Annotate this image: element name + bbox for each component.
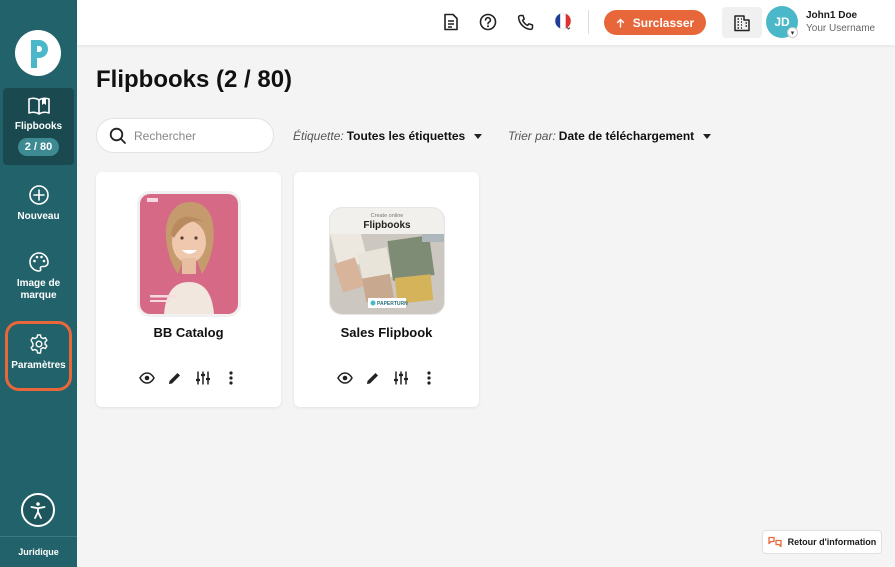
search-box[interactable] (96, 118, 274, 153)
upgrade-label: Surclasser (632, 15, 695, 30)
feedback-label: Retour d'information (787, 537, 877, 547)
sidebar-item-nouveau[interactable]: Nouveau (3, 184, 74, 223)
user-username: Your Username (806, 23, 876, 34)
sidebar-item-label: Paramètres (11, 360, 66, 371)
view-button[interactable] (336, 370, 353, 386)
eye-icon (138, 372, 155, 384)
chevron-down-icon[interactable]: ▾ (787, 27, 798, 38)
phone-button[interactable] (515, 12, 535, 32)
tag-filter-value: Toutes les étiquettes (346, 129, 466, 143)
help-button[interactable] (478, 12, 498, 32)
flipbook-thumbnail[interactable] (140, 194, 238, 314)
tag-filter-dropdown[interactable]: Étiquette: Toutes les étiquettes (293, 129, 483, 143)
document-icon (444, 13, 458, 31)
flipbook-title[interactable]: Sales Flipbook (294, 325, 479, 340)
page-title: Flipbooks (2 / 80) (96, 66, 293, 93)
sidebar-item-parametres[interactable]: Paramètres (3, 333, 74, 372)
user-name: John1 Doe (806, 10, 858, 21)
edit-button[interactable] (167, 370, 183, 386)
book-open-icon (27, 97, 50, 115)
more-vertical-icon (426, 371, 431, 385)
settings-button[interactable] (393, 370, 409, 386)
accessibility-button[interactable] (21, 493, 55, 527)
flipbook-card[interactable]: BB Catalog (96, 172, 281, 407)
header-divider (588, 10, 589, 34)
sliders-icon (393, 371, 408, 385)
card-actions (96, 370, 281, 386)
flipbook-title[interactable]: BB Catalog (96, 325, 281, 340)
sidebar-item-flipbooks[interactable]: Flipbooks 2 / 80 (3, 88, 74, 165)
document-button[interactable] (441, 12, 461, 32)
edit-button[interactable] (365, 370, 381, 386)
settings-button[interactable] (195, 370, 211, 386)
help-icon (479, 13, 497, 31)
view-button[interactable] (138, 370, 155, 386)
search-icon (109, 127, 126, 144)
sort-label: Trier par: (508, 129, 556, 143)
palette-icon (28, 252, 49, 272)
sliders-icon (195, 371, 210, 385)
phone-icon (517, 14, 533, 30)
sort-value: Date de téléchargement (558, 129, 695, 143)
search-input[interactable] (134, 128, 264, 143)
plus-circle-icon (28, 185, 49, 205)
more-button[interactable] (223, 370, 239, 386)
pencil-icon (367, 372, 378, 384)
sales-cover-image: Create online Flipbooks PAPERTURN (330, 208, 444, 314)
flipbook-card[interactable]: Create online Flipbooks PAPERTURN Sales … (294, 172, 479, 407)
more-button[interactable] (421, 370, 437, 386)
upgrade-button[interactable]: Surclasser (604, 10, 706, 35)
eye-icon (336, 372, 353, 384)
organization-button[interactable] (722, 7, 762, 38)
feedback-button[interactable]: Retour d'information (762, 530, 882, 554)
thumbnail-text-top: Create online (371, 213, 404, 219)
arrow-up-icon (616, 18, 624, 28)
thumbnail-text-main: Flipbooks (363, 220, 411, 231)
feedback-icon (768, 536, 782, 548)
more-vertical-icon (228, 371, 233, 385)
sidebar: Flipbooks 2 / 80 Nouveau Image de marque… (0, 0, 77, 567)
thumbnail-brand: PAPERTURN (377, 301, 408, 307)
legal-link[interactable]: Juridique (0, 536, 77, 567)
building-icon (734, 14, 750, 31)
sidebar-item-image-de-marque[interactable]: Image de marque (3, 251, 74, 302)
card-actions (294, 370, 479, 386)
sort-dropdown[interactable]: Trier par: Date de téléchargement (508, 129, 712, 143)
gear-icon (29, 334, 48, 354)
logo-icon (31, 40, 48, 68)
pencil-icon (169, 372, 180, 384)
flipbook-thumbnail[interactable]: Create online Flipbooks PAPERTURN (330, 208, 444, 314)
sidebar-item-label: Image de marque (16, 278, 61, 301)
sidebar-item-label: Flipbooks (14, 121, 63, 132)
chevron-down-icon (703, 133, 712, 139)
language-button[interactable] (554, 12, 574, 32)
app-logo[interactable] (15, 30, 61, 76)
flag-fr-icon (554, 12, 572, 30)
accessibility-icon (30, 502, 46, 519)
top-header: Surclasser JD ▾ John1 Doe Your Username (77, 0, 895, 45)
chevron-down-icon (474, 133, 483, 139)
sidebar-item-label: Nouveau (17, 211, 60, 222)
tag-filter-label: Étiquette: (293, 129, 344, 143)
flipbook-count-badge: 2 / 80 (17, 138, 60, 156)
catalog-cover-image (140, 194, 238, 314)
